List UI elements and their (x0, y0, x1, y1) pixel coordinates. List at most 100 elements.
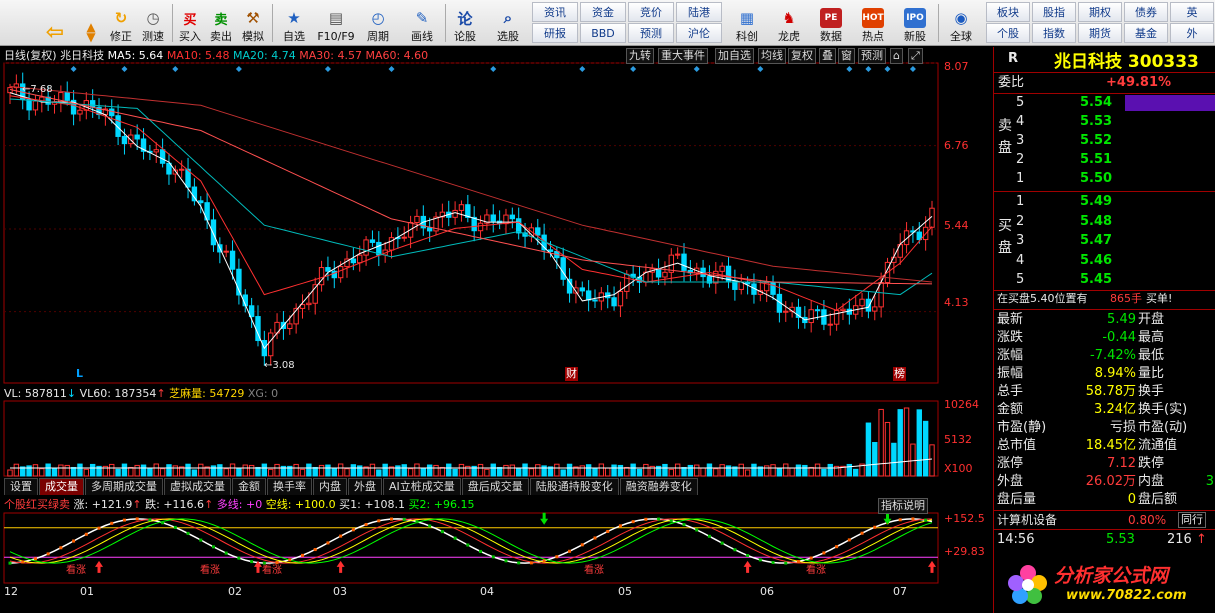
futures-button[interactable]: 期货 (1078, 23, 1122, 43)
volume-bar (821, 468, 827, 477)
indicator-dot (707, 534, 711, 538)
nine-turn-button[interactable]: 九转 (626, 48, 654, 64)
sell-level-row[interactable]: 3 5.52 (994, 132, 1215, 150)
overlay-button[interactable]: 叠 (819, 48, 836, 64)
options-button[interactable]: 期权 (1078, 2, 1122, 22)
buy-button[interactable]: 买 买入 (176, 2, 204, 44)
watchlist-button[interactable]: ★ 自选 (276, 2, 312, 44)
ipo-button[interactable]: IPO 新股 (898, 2, 932, 44)
chart-canvas[interactable] (0, 47, 993, 613)
buy-level-row[interactable]: 5 5.45 (994, 271, 1215, 289)
buy-level-row[interactable]: 2 5.48 (994, 213, 1215, 231)
indicator-help-button[interactable]: 指标说明 (878, 498, 928, 514)
indices-button[interactable]: 指数 (1032, 23, 1076, 43)
tab-multi-period-volume[interactable]: 多周期成交量 (85, 478, 163, 495)
kline-chart-area[interactable]: 日线(复权) 兆日科技 MA5: 5.64 MA10: 5.48 MA20: 4… (0, 47, 993, 613)
bbd-button[interactable]: BBD (580, 23, 626, 43)
event-marker-billboard[interactable]: 榜 (893, 367, 906, 381)
volume-bar (191, 469, 198, 477)
tab-margin-change[interactable]: 融资融券变化 (619, 478, 698, 495)
window-button[interactable]: 窗 (838, 48, 855, 64)
hotspot-button[interactable]: HOT 热点 (856, 2, 890, 44)
indicator-header: 个股红买绿卖 涨: +121.9↑ 跌: +116.6↑ 多线: +0 空线: … (4, 498, 475, 511)
add-watchlist-button[interactable]: 加自选 (715, 48, 754, 64)
research-button[interactable]: 研报 (532, 23, 578, 43)
forex-button[interactable]: 外 (1170, 23, 1214, 43)
tab-hk-connect-holdings[interactable]: 陆股通持股变化 (529, 478, 619, 495)
buy-level-row[interactable]: 4 5.46 (994, 252, 1215, 270)
tab-ai-volume[interactable]: AI立桩成交量 (383, 478, 461, 495)
speed-test-button[interactable]: ◷ 测速 (138, 2, 168, 44)
adjust-button[interactable]: 复权 (788, 48, 816, 64)
tab-after-hours-volume[interactable]: 盘后成交量 (461, 478, 529, 495)
sector-button[interactable]: 板块 (986, 2, 1030, 22)
hk-connect-button[interactable]: 陆港 (676, 2, 722, 22)
indicator-dot (644, 517, 648, 521)
dragon-tiger-button[interactable]: ♞ 龙虎 (772, 2, 806, 44)
lock-icon[interactable]: ⌂ (890, 48, 903, 64)
moving-average-button[interactable]: 均线 (758, 48, 786, 64)
volume-bar (668, 468, 674, 477)
sell-level-row[interactable]: 4 5.53 (994, 113, 1215, 131)
forecast-button[interactable]: 预测 (628, 23, 674, 43)
price-pane-frame (3, 62, 939, 384)
volume-bar (884, 421, 891, 477)
tab-turnover[interactable]: 换手率 (267, 478, 312, 495)
sell-level-row[interactable]: 2 5.51 (994, 151, 1215, 169)
event-marker-finance[interactable]: 财 (565, 367, 578, 381)
star-market-button[interactable]: ▦ 科创 (730, 2, 764, 44)
tab-outer[interactable]: 外盘 (348, 478, 382, 495)
expand-icon[interactable]: ⤢ (908, 48, 923, 64)
event-marker-l[interactable]: L (76, 367, 83, 381)
indicator-dot (911, 517, 915, 521)
discuss-button[interactable]: 论 论股 (448, 2, 482, 44)
speed-test-label: 测速 (142, 30, 164, 43)
auction-button[interactable]: 竞价 (628, 2, 674, 22)
fix-button[interactable]: ↻ 修正 (106, 2, 136, 44)
volume-unit-label: X100 (944, 462, 973, 475)
index-futures-button[interactable]: 股指 (1032, 2, 1076, 22)
simulate-button[interactable]: ⚒ 模拟 (238, 2, 268, 44)
screener-button[interactable]: ⌕ 选股 (490, 2, 526, 44)
back-button[interactable]: ⇦ (40, 2, 70, 45)
period-button[interactable]: ◴ 周期 (360, 2, 396, 44)
tab-settings[interactable]: 设置 (4, 478, 38, 495)
tab-amount[interactable]: 金额 (232, 478, 266, 495)
uk-button[interactable]: 英 (1170, 2, 1214, 22)
volume-bar (407, 468, 414, 477)
fund-button[interactable]: 基金 (1124, 23, 1168, 43)
stat-label: 最低 (1138, 348, 1165, 363)
shanghai-london-button[interactable]: 沪伦 (676, 23, 722, 43)
volume-bar (700, 467, 706, 477)
volume-bar (611, 464, 617, 477)
order-notice-row[interactable]: 在买盘5.40位置有 865手 买单! (994, 290, 1215, 308)
indicator-dot (250, 560, 254, 564)
pencil-icon: ✎ (415, 9, 429, 27)
major-event-button[interactable]: 重大事件 (658, 48, 708, 64)
global-button[interactable]: ◉ 全球 (942, 2, 980, 44)
peer-button[interactable]: 同行 (1178, 512, 1206, 528)
tab-inner[interactable]: 内盘 (313, 478, 347, 495)
stocks-button[interactable]: 个股 (986, 23, 1030, 43)
draw-line-button[interactable]: ✎ 画线 (404, 2, 440, 44)
volume-bar (592, 468, 598, 477)
buy-level-row[interactable]: 1 5.49 (994, 193, 1215, 211)
up-down-arrows-icon: ▲ ▼ (86, 20, 96, 44)
tab-virtual-volume[interactable]: 虚拟成交量 (164, 478, 231, 495)
f10-button[interactable]: ▤ F10/F9 (314, 2, 358, 44)
sell-level-row[interactable]: 1 5.50 (994, 170, 1215, 188)
forecast-toggle-button[interactable]: 预测 (858, 48, 886, 64)
sector-row[interactable]: 计算机设备 0.80% 同行 (994, 511, 1215, 529)
news-button[interactable]: 资讯 (532, 2, 578, 22)
indicator-tabs: 设置 成交量 多周期成交量 虚拟成交量 金额 换手率 内盘 外盘 AI立桩成交量… (4, 478, 699, 495)
bonds-button[interactable]: 债券 (1124, 2, 1168, 22)
funds-button[interactable]: 资金 (580, 2, 626, 22)
up-down-button[interactable]: ▲ ▼ (78, 2, 104, 44)
buy-level-row[interactable]: 3 5.47 (994, 232, 1215, 250)
sell-level-row[interactable]: 5 5.54 (994, 94, 1215, 112)
tab-volume[interactable]: 成交量 (39, 478, 84, 495)
sell-button[interactable]: 卖 卖出 (207, 2, 235, 44)
volume-bar (45, 463, 51, 477)
indicator-dot (135, 517, 139, 521)
data-button[interactable]: PE 数据 (814, 2, 848, 44)
